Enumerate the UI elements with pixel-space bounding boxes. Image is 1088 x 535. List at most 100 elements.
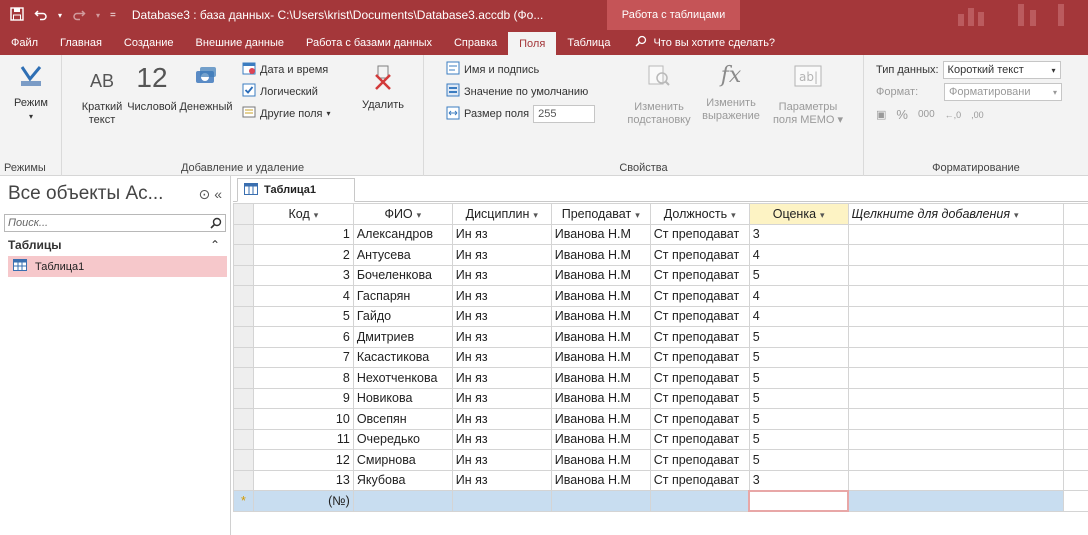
row-selector[interactable] <box>233 346 254 368</box>
new-record-grade-active-cell[interactable] <box>748 489 850 512</box>
cell-teacher[interactable]: Иванова Н.М <box>550 305 651 327</box>
row-selector[interactable] <box>233 387 254 409</box>
tab-help[interactable]: Справка <box>443 30 508 55</box>
row-selector[interactable] <box>233 264 254 286</box>
cell-fio[interactable]: Антусева <box>352 244 453 266</box>
cell-position[interactable]: Ст преподават <box>649 428 750 450</box>
cell-add-field[interactable] <box>847 469 1064 491</box>
chevron-down-icon[interactable]: ▾ <box>635 210 640 220</box>
cell-discipline[interactable]: Ин яз <box>451 285 552 307</box>
cell-add-field[interactable] <box>847 428 1064 450</box>
yes-no-button[interactable]: Логический <box>242 83 318 100</box>
cell-grade[interactable]: 5 <box>748 387 849 409</box>
customize-qat-icon[interactable]: = <box>110 10 116 21</box>
table-row[interactable]: 10 Овсепян Ин яз Иванова Н.М Ст преподават 5 <box>233 408 1088 430</box>
cell-add-field[interactable] <box>847 285 1064 307</box>
cell-add-field[interactable] <box>847 223 1064 245</box>
cell-add-field[interactable] <box>847 305 1064 327</box>
chevron-down-icon[interactable]: ▾ <box>417 210 422 220</box>
more-fields-button[interactable]: Другие поля ▾ <box>242 105 331 122</box>
tab-home[interactable]: Главная <box>49 30 113 55</box>
cell-position[interactable]: Ст преподават <box>649 408 750 430</box>
cell-add-field[interactable] <box>847 449 1064 471</box>
cell-grade[interactable]: 4 <box>748 244 849 266</box>
cell-code[interactable]: 9 <box>252 387 354 409</box>
cell-fio[interactable]: Александров <box>352 223 453 245</box>
currency-button[interactable]: Денежный <box>178 63 234 114</box>
view-button[interactable]: Режим ▾ <box>6 63 56 123</box>
column-header-add-field[interactable]: Щелкните для добавления ▾ <box>847 203 1064 225</box>
cell-grade[interactable]: 5 <box>748 346 849 368</box>
new-record-teacher[interactable] <box>550 490 651 512</box>
cell-teacher[interactable]: Иванова Н.М <box>550 449 651 471</box>
tab-database-tools[interactable]: Работа с базами данных <box>295 30 443 55</box>
table-row[interactable]: 1 Александров Ин яз Иванова Н.М Ст преподава… <box>233 223 1088 245</box>
column-header-fio[interactable]: ФИО ▾ <box>352 203 453 225</box>
new-record-add-field[interactable] <box>847 490 1064 512</box>
cell-add-field[interactable] <box>847 387 1064 409</box>
cell-fio[interactable]: Смирнова <box>352 449 453 471</box>
cell-position[interactable]: Ст преподават <box>649 469 750 491</box>
table-row[interactable]: 5 Гайдо Ин яз Иванова Н.М Ст преподават 4 <box>233 305 1088 327</box>
row-selector[interactable] <box>233 326 254 348</box>
table-row[interactable]: 12 Смирнова Ин яз Иванова Н.М Ст преподават 5 <box>233 449 1088 471</box>
cell-discipline[interactable]: Ин яз <box>451 305 552 327</box>
cell-code[interactable]: 1 <box>252 223 354 245</box>
select-all-corner[interactable] <box>233 203 254 225</box>
default-value-button[interactable]: Значение по умолчанию <box>446 83 588 100</box>
cell-code[interactable]: 5 <box>252 305 354 327</box>
undo-icon[interactable] <box>34 7 48 24</box>
row-selector[interactable] <box>233 428 254 450</box>
cell-teacher[interactable]: Иванова Н.М <box>550 285 651 307</box>
cell-add-field[interactable] <box>847 264 1064 286</box>
cell-code[interactable]: 12 <box>252 449 354 471</box>
nav-header[interactable]: Все объекты Ac... ⊙ « <box>0 176 230 212</box>
row-selector[interactable] <box>233 305 254 327</box>
cell-teacher[interactable]: Иванова Н.М <box>550 264 651 286</box>
cell-discipline[interactable]: Ин яз <box>451 367 552 389</box>
cell-discipline[interactable]: Ин яз <box>451 387 552 409</box>
cell-teacher[interactable]: Иванова Н.М <box>550 244 651 266</box>
tab-fields[interactable]: Поля <box>508 32 557 55</box>
cell-discipline[interactable]: Ин яз <box>451 408 552 430</box>
data-type-select[interactable]: Короткий текст ▾ <box>942 61 1061 79</box>
cell-position[interactable]: Ст преподават <box>649 367 750 389</box>
column-header-code[interactable]: Код ▾ <box>252 203 354 225</box>
chevron-down-icon[interactable]: ▾ <box>731 210 736 220</box>
cell-code[interactable]: 7 <box>252 346 354 368</box>
chevron-down-icon[interactable]: ▾ <box>820 210 825 220</box>
cell-discipline[interactable]: Ин яз <box>451 449 552 471</box>
cell-teacher[interactable]: Иванова Н.М <box>550 223 651 245</box>
cell-fio[interactable]: Гайдо <box>352 305 453 327</box>
cell-position[interactable]: Ст преподават <box>649 264 750 286</box>
row-selector[interactable] <box>233 285 254 307</box>
undo-dropdown-icon[interactable]: ▾ <box>58 11 62 20</box>
cell-fio[interactable]: Новикова <box>352 387 453 409</box>
cell-position[interactable]: Ст преподават <box>649 326 750 348</box>
column-header-teacher[interactable]: Преподават ▾ <box>550 203 651 225</box>
column-header-grade[interactable]: Оценка ▾ <box>748 203 849 225</box>
cell-teacher[interactable]: Иванова Н.М <box>550 346 651 368</box>
cell-teacher[interactable]: Иванова Н.М <box>550 367 651 389</box>
cell-position[interactable]: Ст преподават <box>649 223 750 245</box>
doc-tab-table1[interactable]: Таблица1 <box>237 178 355 202</box>
cell-discipline[interactable]: Ин яз <box>451 326 552 348</box>
save-icon[interactable] <box>10 6 24 24</box>
table-row[interactable]: 6 Дмитриев Ин яз Иванова Н.М Ст преподават 5 <box>233 326 1088 348</box>
nav-item-table1[interactable]: Таблица1 <box>8 256 227 277</box>
table-row[interactable]: 13 Якубова Ин яз Иванова Н.М Ст преподават 3 <box>233 469 1088 491</box>
row-selector[interactable] <box>233 469 254 491</box>
cell-fio[interactable]: Гаспарян <box>352 285 453 307</box>
cell-code[interactable]: 3 <box>252 264 354 286</box>
chevron-down-icon[interactable]: ▾ <box>1014 210 1019 220</box>
row-selector[interactable] <box>233 244 254 266</box>
cell-grade[interactable]: 3 <box>748 469 849 491</box>
cell-grade[interactable]: 5 <box>748 408 849 430</box>
search-icon[interactable] <box>207 215 225 231</box>
cell-grade[interactable]: 4 <box>748 285 849 307</box>
table-row[interactable]: 7 Касастикова Ин яз Иванова Н.М Ст преподава… <box>233 346 1088 368</box>
cell-code[interactable]: 13 <box>252 469 354 491</box>
date-time-button[interactable]: Дата и время <box>242 61 328 78</box>
cell-teacher[interactable]: Иванова Н.М <box>550 387 651 409</box>
chevron-down-icon[interactable]: ▾ <box>314 210 319 220</box>
